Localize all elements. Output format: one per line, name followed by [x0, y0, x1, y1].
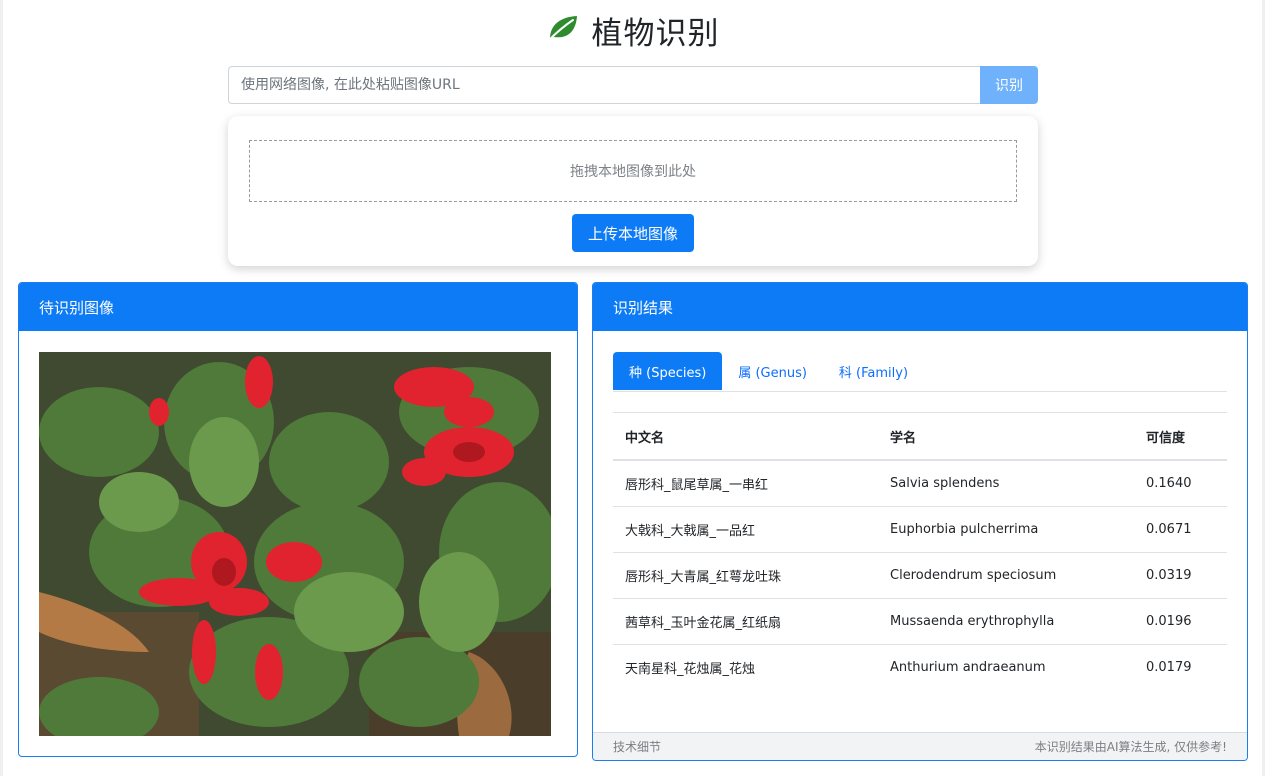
table-row: 唇形科_大青属_红萼龙吐珠 Clerodendrum speciosum 0.0…	[613, 552, 1227, 599]
cell-chinese-name: 唇形科_鼠尾草属_一串红	[613, 460, 878, 507]
identify-url-button[interactable]: 识别	[980, 66, 1038, 104]
cell-scientific-name: Salvia splendens	[878, 460, 1134, 507]
cell-chinese-name: 天南星科_花烛属_花烛	[625, 662, 756, 677]
column-header-scientific-name: 学名	[878, 412, 1134, 461]
result-table: 中文名 学名 可信度 唇形科_鼠尾草属_一串红 Salvia splendens…	[613, 412, 1227, 690]
result-panel: 识别结果 种 (Species) 属 (Genus) 科 (Family) 中文…	[592, 282, 1248, 761]
technical-details-link[interactable]: 技术细节	[613, 738, 661, 755]
table-row: 大戟科_大戟属_一品红 Euphorbia pulcherrima 0.0671	[613, 506, 1227, 553]
ai-disclaimer: 本识别结果由AI算法生成, 仅供参考!	[1034, 740, 1227, 754]
cell-confidence: 0.0319	[1134, 552, 1227, 599]
image-url-input[interactable]	[228, 66, 980, 104]
image-panel: 待识别图像	[18, 282, 578, 757]
column-header-confidence: 可信度	[1134, 412, 1227, 461]
result-panel-footer: 技术细节 本识别结果由AI算法生成, 仅供参考!	[593, 732, 1247, 760]
image-panel-title: 待识别图像	[39, 298, 115, 317]
table-row: 茜草科_玉叶金花属_红纸扇 Mussaenda erythrophylla 0.…	[613, 598, 1227, 645]
result-tabs: 种 (Species) 属 (Genus) 科 (Family)	[613, 352, 1227, 392]
cell-scientific-name: Mussaenda erythrophylla	[878, 598, 1134, 645]
page-header: 植物识别	[0, 8, 1265, 52]
upload-card: 拖拽本地图像到此处 上传本地图像	[228, 116, 1038, 266]
cell-confidence: 0.0179	[1146, 660, 1192, 675]
result-panel-header: 识别结果	[593, 283, 1247, 331]
leaf-icon	[546, 13, 580, 47]
url-search-bar: 识别	[228, 66, 1038, 104]
image-panel-header: 待识别图像	[19, 283, 577, 331]
cell-chinese-name: 茜草科_玉叶金花属_红纸扇	[613, 598, 878, 645]
result-panel-title: 识别结果	[613, 298, 674, 317]
upload-local-image-button[interactable]: 上传本地图像	[572, 214, 694, 252]
image-dropzone[interactable]: 拖拽本地图像到此处	[249, 140, 1017, 202]
dropzone-text: 拖拽本地图像到此处	[570, 164, 696, 180]
page-frame-left	[0, 0, 3, 776]
cell-chinese-name: 大戟科_大戟属_一品红	[613, 506, 878, 553]
cell-confidence: 0.0196	[1134, 598, 1227, 645]
cell-scientific-name: Clerodendrum speciosum	[878, 552, 1134, 599]
tab-genus[interactable]: 属 (Genus)	[722, 352, 823, 390]
table-row: 天南星科_花烛属_花烛 Anthurium andraeanum 0.0179	[613, 645, 1227, 691]
page-title: 植物识别	[591, 15, 720, 52]
cell-chinese-name: 唇形科_大青属_红萼龙吐珠	[613, 552, 878, 599]
plant-photo	[39, 352, 551, 736]
cell-confidence: 0.1640	[1134, 460, 1227, 507]
result-table-wrap: 中文名 学名 可信度 唇形科_鼠尾草属_一串红 Salvia splendens…	[613, 412, 1227, 690]
cell-scientific-name: Euphorbia pulcherrima	[878, 506, 1134, 553]
tab-family[interactable]: 科 (Family)	[823, 352, 924, 390]
cell-scientific-name: Anthurium andraeanum	[890, 660, 1046, 675]
table-header-row: 中文名 学名 可信度	[613, 412, 1227, 461]
tab-species[interactable]: 种 (Species)	[613, 352, 723, 390]
cell-confidence: 0.0671	[1134, 506, 1227, 553]
table-row: 唇形科_鼠尾草属_一串红 Salvia splendens 0.1640	[613, 460, 1227, 507]
column-header-chinese-name: 中文名	[613, 412, 878, 461]
